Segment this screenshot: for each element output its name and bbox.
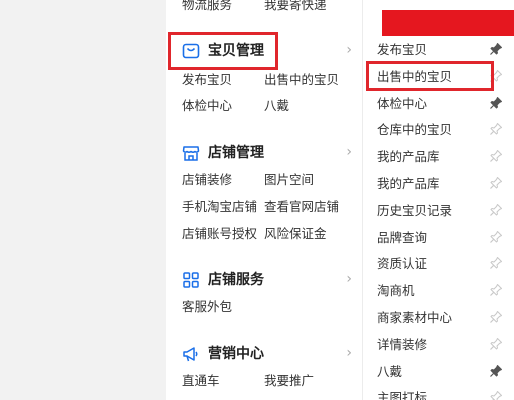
link-through-train[interactable]: 直通车 (182, 373, 220, 389)
storefront-icon (182, 146, 200, 161)
chevron-right-icon: › (346, 345, 352, 361)
pin-icon[interactable] (489, 337, 503, 351)
submenu-item-label: 我的产品库 (377, 176, 440, 191)
pin-icon[interactable] (489, 96, 503, 110)
section-store-management: 店铺管理 › 店铺装修 图片空间 手机淘宝店铺 查看官网店铺 店铺账号授权 风险… (166, 140, 362, 250)
submenu-item-label: 历史宝贝记录 (377, 202, 453, 218)
link-store-account-auth[interactable]: 店铺账号授权 (182, 226, 257, 242)
submenu-item[interactable]: 资质认证 (377, 255, 503, 275)
submenu-item[interactable]: 商家素材中心 (377, 309, 503, 329)
product-management-submenu: 发布宝贝 出售中的宝贝 体检中心 仓库中的宝贝 我的产品库 我的产品库 历史宝贝记录 品牌查询… (362, 0, 514, 400)
submenu-item-label: 商家素材中心 (377, 310, 453, 325)
highlight-box-items-on-sale (366, 61, 494, 91)
seller-sidebar: 物流服务 我要寄快递 宝贝管理 › 发布宝贝 出售中的宝贝 体检中心 八戴 店铺… (166, 0, 362, 400)
megaphone-icon (183, 347, 198, 362)
link-i-want-promotion[interactable]: 我要推广 (264, 373, 314, 389)
pin-icon[interactable] (489, 149, 503, 163)
sidebar-link-send-express[interactable]: 我要寄快递 (264, 0, 327, 13)
section-header-marketing-center[interactable]: 营销中心 › (166, 341, 362, 367)
pin-icon[interactable] (489, 390, 503, 400)
pin-icon[interactable] (489, 42, 503, 56)
link-badai[interactable]: 八戴 (264, 98, 289, 114)
chevron-right-icon: › (346, 271, 352, 287)
pin-icon[interactable] (489, 176, 503, 190)
submenu-item[interactable]: 详情装修 (377, 336, 503, 356)
section-title: 店铺管理 (208, 145, 264, 161)
submenu-item-label: 我的产品库 (377, 149, 440, 165)
top-banner (382, 10, 514, 36)
submenu-item-label: 体检中心 (377, 95, 428, 111)
link-mobile-taobao-store[interactable]: 手机淘宝店铺 (182, 199, 257, 215)
pin-icon[interactable] (489, 256, 503, 270)
section-title: 营销中心 (208, 346, 264, 362)
link-view-official-store[interactable]: 查看官网店铺 (264, 199, 339, 215)
submenu-item[interactable]: 八戴 (377, 363, 503, 383)
link-risk-deposit[interactable]: 风险保证金 (264, 226, 327, 242)
link-store-decoration[interactable]: 店铺装修 (182, 172, 232, 188)
submenu-item-label: 主图打标 (377, 390, 428, 400)
pin-icon[interactable] (489, 203, 503, 217)
submenu-item[interactable]: 品牌查询 (377, 229, 503, 249)
submenu-item[interactable]: 体检中心 (377, 95, 503, 115)
chevron-right-icon: › (346, 144, 352, 160)
submenu-item[interactable]: 我的产品库 (377, 148, 503, 168)
submenu-item-label: 资质认证 (377, 256, 428, 272)
submenu-item-label: 品牌查询 (377, 229, 428, 245)
submenu-item-label: 淘商机 (377, 283, 415, 299)
section-header-store-management[interactable]: 店铺管理 › (166, 140, 362, 166)
submenu-item-label: 八戴 (377, 363, 403, 379)
section-header-store-services[interactable]: 店铺服务 › (166, 267, 362, 293)
link-items-on-sale[interactable]: 出售中的宝贝 (264, 72, 339, 88)
pin-icon[interactable] (489, 364, 503, 378)
page-background (0, 0, 166, 400)
highlight-box-product-management (168, 32, 278, 70)
submenu-item[interactable]: 历史宝贝记录 (377, 202, 503, 222)
submenu-item-label: 仓库中的宝贝 (377, 122, 453, 138)
pin-icon[interactable] (489, 283, 503, 297)
submenu-item[interactable]: 仓库中的宝贝 (377, 121, 503, 141)
link-image-space[interactable]: 图片空间 (264, 172, 314, 188)
submenu-item[interactable]: 发布宝贝 (377, 41, 503, 61)
link-health-check[interactable]: 体检中心 (182, 98, 232, 114)
submenu-item-label: 发布宝贝 (377, 42, 428, 57)
grid-apps-icon (183, 272, 199, 288)
submenu-item[interactable]: 我的产品库 (377, 175, 503, 195)
section-title: 店铺服务 (208, 272, 264, 288)
link-customer-service-outsourcing[interactable]: 客服外包 (182, 299, 232, 315)
pin-icon[interactable] (489, 122, 503, 136)
link-publish-item[interactable]: 发布宝贝 (182, 72, 232, 88)
submenu-item[interactable]: 淘商机 (377, 282, 503, 302)
section-store-services: 店铺服务 › 客服外包 (166, 267, 362, 319)
submenu-item[interactable]: 主图打标 (377, 389, 503, 400)
pin-icon[interactable] (489, 230, 503, 244)
sidebar-link-logistics[interactable]: 物流服务 (182, 0, 232, 13)
chevron-right-icon: › (346, 42, 352, 58)
section-marketing-center: 营销中心 › 直通车 我要推广 (166, 341, 362, 400)
pin-icon[interactable] (489, 310, 503, 324)
submenu-item-label: 详情装修 (377, 336, 428, 352)
